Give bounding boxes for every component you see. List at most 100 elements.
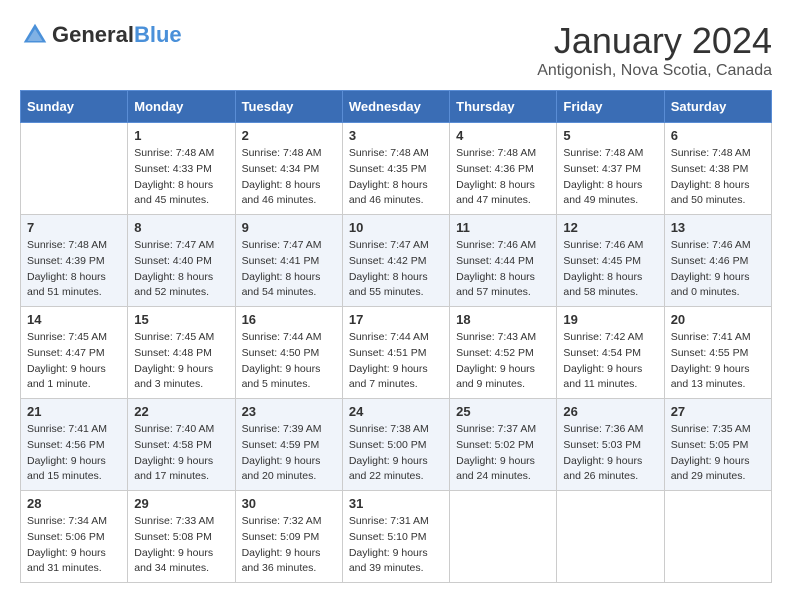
calendar-day-cell: 1 Sunrise: 7:48 AMSunset: 4:33 PMDayligh… bbox=[128, 123, 235, 215]
calendar-day-cell: 6 Sunrise: 7:48 AMSunset: 4:38 PMDayligh… bbox=[664, 123, 771, 215]
calendar-week-row: 21 Sunrise: 7:41 AMSunset: 4:56 PMDaylig… bbox=[21, 399, 772, 491]
col-header-thursday: Thursday bbox=[450, 91, 557, 123]
day-number: 21 bbox=[27, 404, 121, 419]
day-number: 8 bbox=[134, 220, 228, 235]
calendar-week-row: 14 Sunrise: 7:45 AMSunset: 4:47 PMDaylig… bbox=[21, 307, 772, 399]
day-number: 20 bbox=[671, 312, 765, 327]
day-number: 2 bbox=[242, 128, 336, 143]
calendar-header-row: SundayMondayTuesdayWednesdayThursdayFrid… bbox=[21, 91, 772, 123]
day-info: Sunrise: 7:31 AMSunset: 5:10 PMDaylight:… bbox=[349, 515, 429, 574]
calendar-day-cell: 17 Sunrise: 7:44 AMSunset: 4:51 PMDaylig… bbox=[342, 307, 449, 399]
logo-icon bbox=[20, 20, 50, 50]
day-number: 4 bbox=[456, 128, 550, 143]
day-number: 27 bbox=[671, 404, 765, 419]
day-info: Sunrise: 7:47 AMSunset: 4:41 PMDaylight:… bbox=[242, 239, 322, 298]
day-info: Sunrise: 7:48 AMSunset: 4:34 PMDaylight:… bbox=[242, 147, 322, 206]
day-info: Sunrise: 7:33 AMSunset: 5:08 PMDaylight:… bbox=[134, 515, 214, 574]
calendar-table: SundayMondayTuesdayWednesdayThursdayFrid… bbox=[20, 90, 772, 583]
calendar-day-cell: 24 Sunrise: 7:38 AMSunset: 5:00 PMDaylig… bbox=[342, 399, 449, 491]
day-info: Sunrise: 7:48 AMSunset: 4:33 PMDaylight:… bbox=[134, 147, 214, 206]
calendar-week-row: 28 Sunrise: 7:34 AMSunset: 5:06 PMDaylig… bbox=[21, 491, 772, 583]
day-info: Sunrise: 7:46 AMSunset: 4:44 PMDaylight:… bbox=[456, 239, 536, 298]
calendar-day-cell: 5 Sunrise: 7:48 AMSunset: 4:37 PMDayligh… bbox=[557, 123, 664, 215]
calendar-day-cell: 18 Sunrise: 7:43 AMSunset: 4:52 PMDaylig… bbox=[450, 307, 557, 399]
day-info: Sunrise: 7:48 AMSunset: 4:36 PMDaylight:… bbox=[456, 147, 536, 206]
day-info: Sunrise: 7:36 AMSunset: 5:03 PMDaylight:… bbox=[563, 423, 643, 482]
day-info: Sunrise: 7:41 AMSunset: 4:55 PMDaylight:… bbox=[671, 331, 751, 390]
day-number: 7 bbox=[27, 220, 121, 235]
calendar-day-cell: 15 Sunrise: 7:45 AMSunset: 4:48 PMDaylig… bbox=[128, 307, 235, 399]
day-info: Sunrise: 7:46 AMSunset: 4:45 PMDaylight:… bbox=[563, 239, 643, 298]
month-title: January 2024 bbox=[537, 20, 772, 62]
day-info: Sunrise: 7:44 AMSunset: 4:51 PMDaylight:… bbox=[349, 331, 429, 390]
calendar-day-cell: 7 Sunrise: 7:48 AMSunset: 4:39 PMDayligh… bbox=[21, 215, 128, 307]
day-number: 13 bbox=[671, 220, 765, 235]
calendar-day-cell: 25 Sunrise: 7:37 AMSunset: 5:02 PMDaylig… bbox=[450, 399, 557, 491]
day-info: Sunrise: 7:41 AMSunset: 4:56 PMDaylight:… bbox=[27, 423, 107, 482]
day-number: 29 bbox=[134, 496, 228, 511]
day-number: 19 bbox=[563, 312, 657, 327]
day-info: Sunrise: 7:48 AMSunset: 4:35 PMDaylight:… bbox=[349, 147, 429, 206]
calendar-day-cell: 14 Sunrise: 7:45 AMSunset: 4:47 PMDaylig… bbox=[21, 307, 128, 399]
day-number: 11 bbox=[456, 220, 550, 235]
calendar-day-cell: 26 Sunrise: 7:36 AMSunset: 5:03 PMDaylig… bbox=[557, 399, 664, 491]
calendar-day-cell: 27 Sunrise: 7:35 AMSunset: 5:05 PMDaylig… bbox=[664, 399, 771, 491]
calendar-day-cell bbox=[21, 123, 128, 215]
calendar-day-cell: 13 Sunrise: 7:46 AMSunset: 4:46 PMDaylig… bbox=[664, 215, 771, 307]
calendar-day-cell: 28 Sunrise: 7:34 AMSunset: 5:06 PMDaylig… bbox=[21, 491, 128, 583]
day-number: 22 bbox=[134, 404, 228, 419]
calendar-day-cell: 2 Sunrise: 7:48 AMSunset: 4:34 PMDayligh… bbox=[235, 123, 342, 215]
day-info: Sunrise: 7:42 AMSunset: 4:54 PMDaylight:… bbox=[563, 331, 643, 390]
col-header-tuesday: Tuesday bbox=[235, 91, 342, 123]
day-number: 26 bbox=[563, 404, 657, 419]
day-number: 28 bbox=[27, 496, 121, 511]
day-number: 17 bbox=[349, 312, 443, 327]
calendar-day-cell: 10 Sunrise: 7:47 AMSunset: 4:42 PMDaylig… bbox=[342, 215, 449, 307]
day-number: 1 bbox=[134, 128, 228, 143]
page-header: GeneralBlue January 2024 Antigonish, Nov… bbox=[20, 20, 772, 80]
calendar-week-row: 7 Sunrise: 7:48 AMSunset: 4:39 PMDayligh… bbox=[21, 215, 772, 307]
calendar-day-cell: 12 Sunrise: 7:46 AMSunset: 4:45 PMDaylig… bbox=[557, 215, 664, 307]
day-info: Sunrise: 7:46 AMSunset: 4:46 PMDaylight:… bbox=[671, 239, 751, 298]
col-header-friday: Friday bbox=[557, 91, 664, 123]
day-number: 30 bbox=[242, 496, 336, 511]
day-info: Sunrise: 7:48 AMSunset: 4:38 PMDaylight:… bbox=[671, 147, 751, 206]
calendar-day-cell: 16 Sunrise: 7:44 AMSunset: 4:50 PMDaylig… bbox=[235, 307, 342, 399]
calendar-day-cell: 31 Sunrise: 7:31 AMSunset: 5:10 PMDaylig… bbox=[342, 491, 449, 583]
day-number: 5 bbox=[563, 128, 657, 143]
day-number: 31 bbox=[349, 496, 443, 511]
calendar-day-cell: 21 Sunrise: 7:41 AMSunset: 4:56 PMDaylig… bbox=[21, 399, 128, 491]
logo: GeneralBlue bbox=[20, 20, 182, 50]
col-header-wednesday: Wednesday bbox=[342, 91, 449, 123]
day-info: Sunrise: 7:48 AMSunset: 4:37 PMDaylight:… bbox=[563, 147, 643, 206]
day-info: Sunrise: 7:48 AMSunset: 4:39 PMDaylight:… bbox=[27, 239, 107, 298]
title-block: January 2024 Antigonish, Nova Scotia, Ca… bbox=[537, 20, 772, 80]
calendar-day-cell: 23 Sunrise: 7:39 AMSunset: 4:59 PMDaylig… bbox=[235, 399, 342, 491]
logo-blue: Blue bbox=[134, 22, 182, 48]
calendar-day-cell: 9 Sunrise: 7:47 AMSunset: 4:41 PMDayligh… bbox=[235, 215, 342, 307]
day-number: 12 bbox=[563, 220, 657, 235]
day-info: Sunrise: 7:35 AMSunset: 5:05 PMDaylight:… bbox=[671, 423, 751, 482]
calendar-day-cell: 11 Sunrise: 7:46 AMSunset: 4:44 PMDaylig… bbox=[450, 215, 557, 307]
day-info: Sunrise: 7:45 AMSunset: 4:47 PMDaylight:… bbox=[27, 331, 107, 390]
day-info: Sunrise: 7:39 AMSunset: 4:59 PMDaylight:… bbox=[242, 423, 322, 482]
col-header-monday: Monday bbox=[128, 91, 235, 123]
day-number: 16 bbox=[242, 312, 336, 327]
day-number: 15 bbox=[134, 312, 228, 327]
day-info: Sunrise: 7:34 AMSunset: 5:06 PMDaylight:… bbox=[27, 515, 107, 574]
day-info: Sunrise: 7:47 AMSunset: 4:40 PMDaylight:… bbox=[134, 239, 214, 298]
day-number: 14 bbox=[27, 312, 121, 327]
day-info: Sunrise: 7:45 AMSunset: 4:48 PMDaylight:… bbox=[134, 331, 214, 390]
day-info: Sunrise: 7:37 AMSunset: 5:02 PMDaylight:… bbox=[456, 423, 536, 482]
calendar-day-cell: 20 Sunrise: 7:41 AMSunset: 4:55 PMDaylig… bbox=[664, 307, 771, 399]
calendar-day-cell: 8 Sunrise: 7:47 AMSunset: 4:40 PMDayligh… bbox=[128, 215, 235, 307]
logo-general: General bbox=[52, 22, 134, 48]
day-number: 23 bbox=[242, 404, 336, 419]
day-info: Sunrise: 7:40 AMSunset: 4:58 PMDaylight:… bbox=[134, 423, 214, 482]
calendar-day-cell: 4 Sunrise: 7:48 AMSunset: 4:36 PMDayligh… bbox=[450, 123, 557, 215]
day-number: 25 bbox=[456, 404, 550, 419]
day-info: Sunrise: 7:43 AMSunset: 4:52 PMDaylight:… bbox=[456, 331, 536, 390]
calendar-day-cell bbox=[557, 491, 664, 583]
calendar-day-cell bbox=[664, 491, 771, 583]
location-subtitle: Antigonish, Nova Scotia, Canada bbox=[537, 62, 772, 80]
